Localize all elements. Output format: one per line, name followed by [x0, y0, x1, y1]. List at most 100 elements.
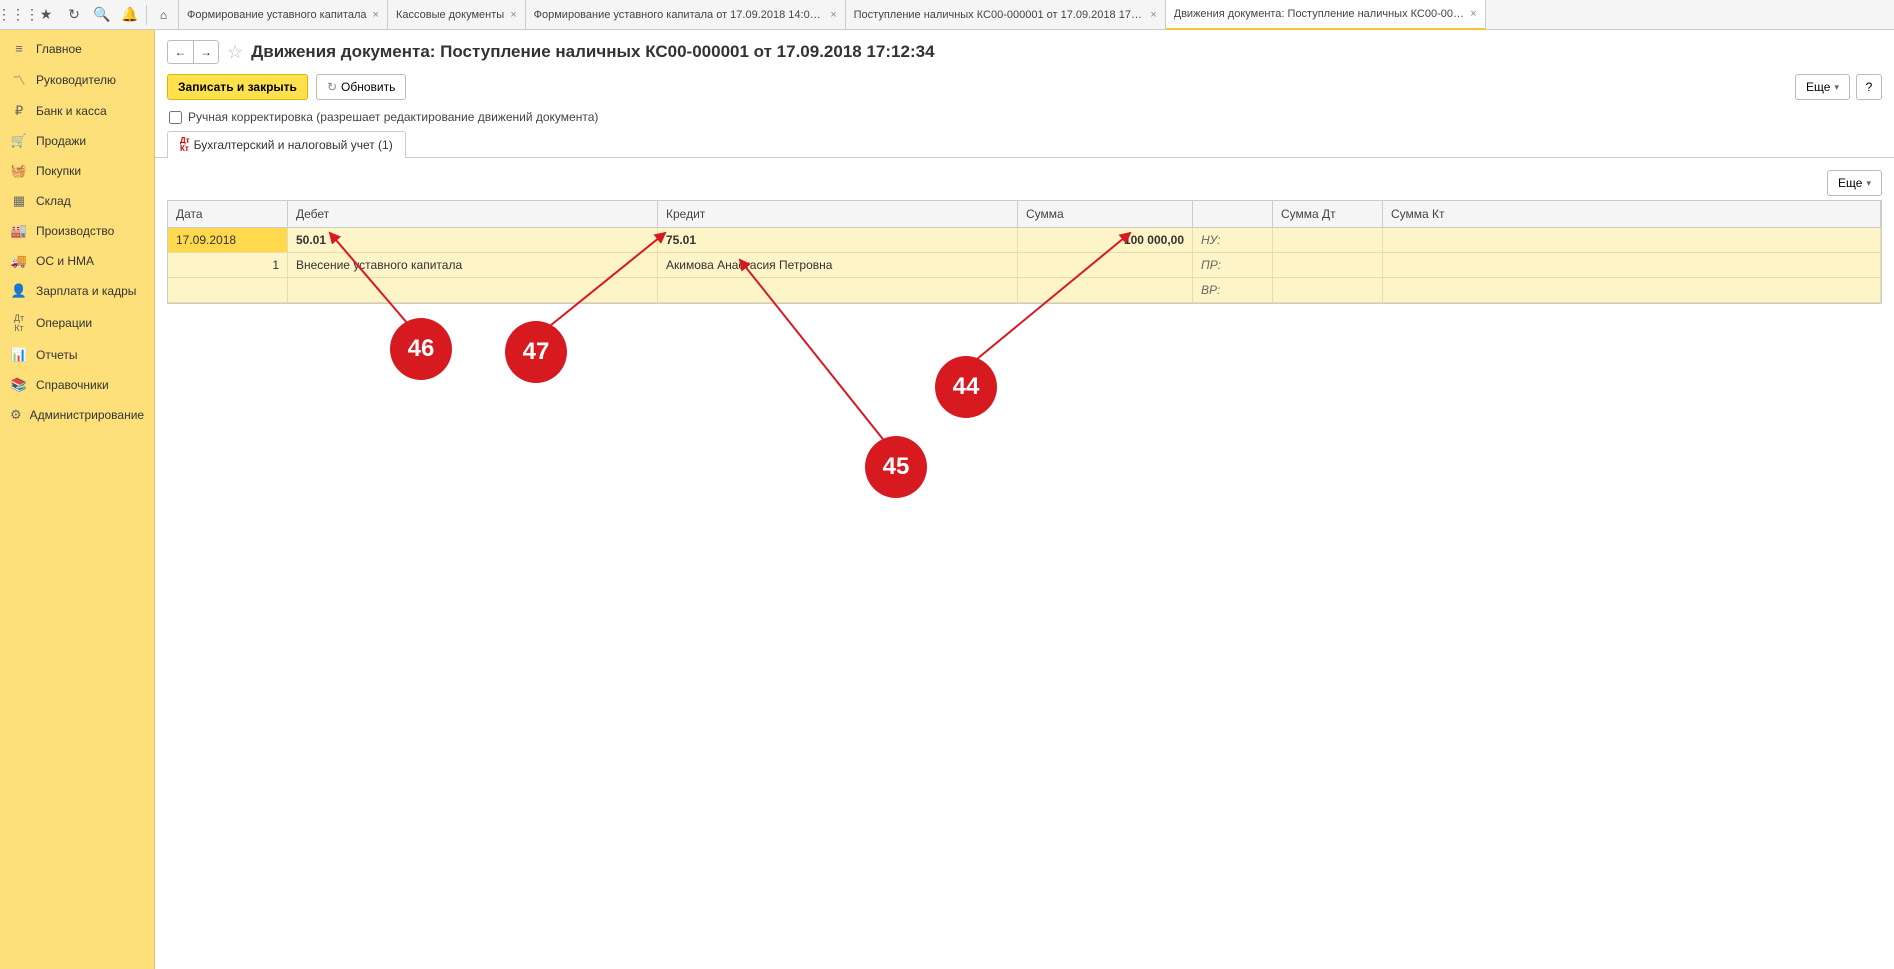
tab-4[interactable]: Движения документа: Поступление наличных… — [1166, 0, 1486, 30]
basket-icon: 🧺 — [10, 163, 28, 179]
sidebar-item-purchases[interactable]: 🧺Покупки — [0, 156, 154, 186]
close-icon[interactable]: × — [373, 9, 379, 21]
title-bar: ← → ☆ Движения документа: Поступление на… — [155, 30, 1894, 70]
sidebar-item-admin[interactable]: ⚙Администрирование — [0, 400, 154, 430]
sidebar-item-label: Операции — [36, 316, 92, 330]
cart-icon: 🛒 — [10, 133, 28, 149]
col-sumkt[interactable]: Сумма Кт — [1383, 201, 1881, 227]
books-icon: 📚 — [10, 377, 28, 393]
nav-group: ← → — [167, 40, 219, 64]
manual-edit-label: Ручная корректировка (разрешает редактир… — [188, 110, 598, 124]
cell-credit-desc: Акимова Анастасия Петровна — [658, 253, 1018, 277]
tab-label: Формирование уставного капитала — [187, 9, 367, 21]
annotation-47: 47 — [505, 321, 567, 383]
separator — [146, 5, 147, 25]
sidebar-item-warehouse[interactable]: ▦Склад — [0, 186, 154, 216]
bell-icon[interactable]: 🔔 — [116, 1, 144, 29]
sidebar-item-directories[interactable]: 📚 Справочники — [0, 370, 154, 400]
truck-icon: 🚚 — [10, 253, 28, 269]
tab-3[interactable]: Поступление наличных КС00-000001 от 17.0… — [846, 0, 1166, 30]
sidebar-item-label: ОС и НМА — [36, 254, 94, 268]
cell-sum2 — [1018, 253, 1193, 277]
refresh-label: Обновить — [341, 80, 395, 94]
tab-label: Движения документа: Поступление наличных… — [1174, 8, 1465, 20]
tab-0[interactable]: Формирование уставного капитала × — [179, 0, 388, 30]
sidebar-item-assets[interactable]: 🚚 ОС и НМА — [0, 246, 154, 276]
close-icon[interactable]: × — [510, 9, 516, 21]
page-title: Движения документа: Поступление наличных… — [251, 42, 934, 62]
chart-icon: 〽 — [10, 70, 28, 89]
cell-idx: 1 — [168, 253, 288, 277]
sidebar-item-label: Производство — [36, 224, 114, 238]
main-area: ← → ☆ Движения документа: Поступление на… — [155, 30, 1894, 969]
sidebar-item-label: Продажи — [36, 134, 86, 148]
close-icon[interactable]: × — [1470, 8, 1476, 20]
sidebar-item-sales[interactable]: 🛒 Продажи — [0, 126, 154, 156]
more-button[interactable]: Еще — [1795, 74, 1850, 100]
sidebar-item-bank[interactable]: ₽ Банк и касса — [0, 96, 154, 126]
col-nu[interactable] — [1193, 201, 1273, 227]
tabs-bar: ⌂ Формирование уставного капитала × Касс… — [149, 0, 1890, 30]
ruble-icon: ₽ — [10, 103, 28, 119]
action-bar: Записать и закрыть ↻Обновить Еще ? — [155, 70, 1894, 104]
grid-toolbar: Еще — [167, 170, 1882, 196]
col-credit[interactable]: Кредит — [658, 201, 1018, 227]
favorites-icon[interactable]: ★ — [32, 1, 60, 29]
bars-icon: 📊 — [10, 347, 28, 363]
dtkt-icon: ДтКт — [180, 137, 190, 153]
search-icon[interactable]: 🔍 — [88, 1, 116, 29]
refresh-button[interactable]: ↻Обновить — [316, 74, 406, 100]
col-sum[interactable]: Сумма — [1018, 201, 1193, 227]
cell-pr: ПР: — [1193, 253, 1273, 277]
grid-row-3[interactable]: ВР: — [168, 278, 1881, 303]
back-button[interactable]: ← — [167, 40, 193, 64]
col-sumdt[interactable]: Сумма Дт — [1273, 201, 1383, 227]
manual-edit-checkbox[interactable] — [169, 111, 182, 124]
tab-label: Поступление наличных КС00-000001 от 17.0… — [854, 9, 1145, 21]
close-icon[interactable]: × — [1150, 9, 1156, 21]
help-button[interactable]: ? — [1856, 74, 1882, 100]
forward-button[interactable]: → — [193, 40, 219, 64]
tab-2[interactable]: Формирование уставного капитала от 17.09… — [526, 0, 846, 30]
apps-icon[interactable]: ⋮⋮⋮ — [4, 1, 32, 29]
col-debit[interactable]: Дебет — [288, 201, 658, 227]
sidebar-item-label: Склад — [36, 194, 71, 208]
sidebar-item-manager[interactable]: 〽 Руководителю — [0, 63, 154, 96]
cell-date: 17.09.2018 — [168, 228, 288, 252]
star-icon[interactable]: ☆ — [227, 42, 243, 63]
grid: Дата Дебет Кредит Сумма Сумма Дт Сумма К… — [167, 200, 1882, 304]
tab-label: Формирование уставного капитала от 17.09… — [534, 9, 825, 21]
sidebar-item-label: Администрирование — [30, 408, 144, 422]
history-icon[interactable]: ↻ — [60, 1, 88, 29]
tab-label: Кассовые документы — [396, 9, 504, 21]
sidebar-item-production[interactable]: 🏭Производство — [0, 216, 154, 246]
close-icon[interactable]: × — [830, 9, 836, 21]
sidebar-item-reports[interactable]: 📊Отчеты — [0, 340, 154, 370]
grid-row-1[interactable]: 17.09.2018 50.01 75.01 100 000,00 НУ: — [168, 228, 1881, 253]
grid-row-2[interactable]: 1 Внесение уставного капитала Акимова Ан… — [168, 253, 1881, 278]
top-toolbar: ⋮⋮⋮ ★ ↻ 🔍 🔔 ⌂ Формирование уставного кап… — [0, 0, 1894, 30]
home-tab[interactable]: ⌂ — [149, 0, 179, 30]
cell-empty — [1018, 278, 1193, 302]
cell-empty — [1383, 278, 1881, 302]
col-date[interactable]: Дата — [168, 201, 288, 227]
sidebar-item-label: Руководителю — [36, 73, 116, 87]
sidebar-item-label: Банк и касса — [36, 104, 107, 118]
cell-sumdt2 — [1273, 253, 1383, 277]
cell-sumkt — [1383, 228, 1881, 252]
person-icon: 👤 — [10, 283, 28, 299]
grid-header: Дата Дебет Кредит Сумма Сумма Дт Сумма К… — [168, 201, 1881, 228]
sidebar-item-label: Справочники — [36, 378, 109, 392]
cell-empty — [1273, 278, 1383, 302]
tab-1[interactable]: Кассовые документы × — [388, 0, 526, 30]
cell-sumdt — [1273, 228, 1383, 252]
grid-body: 17.09.2018 50.01 75.01 100 000,00 НУ: 1 … — [168, 228, 1881, 303]
accounting-tab[interactable]: ДтКт Бухгалтерский и налоговый учет (1) — [167, 131, 406, 158]
save-close-button[interactable]: Записать и закрыть — [167, 74, 308, 100]
cell-credit: 75.01 — [658, 228, 1018, 252]
cell-sumkt2 — [1383, 253, 1881, 277]
sidebar-item-main[interactable]: ≡Главное — [0, 34, 154, 63]
grid-more-button[interactable]: Еще — [1827, 170, 1882, 196]
sidebar-item-salary[interactable]: 👤Зарплата и кадры — [0, 276, 154, 306]
sidebar-item-operations[interactable]: ДтКтОперации — [0, 306, 154, 340]
